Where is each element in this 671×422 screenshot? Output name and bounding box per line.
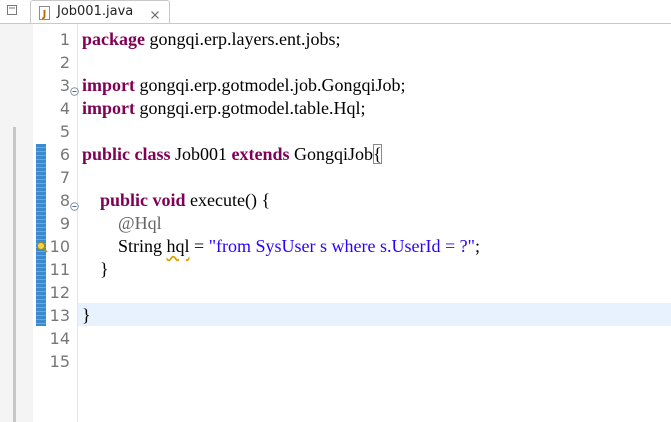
code-token: ; bbox=[474, 236, 480, 256]
keyword-token: void bbox=[152, 190, 186, 210]
keyword-token: package bbox=[82, 29, 145, 49]
change-marker-bar bbox=[36, 144, 46, 326]
code-line[interactable]: } bbox=[82, 258, 109, 281]
line-number: 7 bbox=[59, 168, 70, 187]
warning-token: hql bbox=[166, 236, 190, 256]
line-number: 6 bbox=[59, 145, 70, 164]
code-token: String bbox=[82, 236, 167, 256]
code-line[interactable]: String hql = "from SysUser s where s.Use… bbox=[82, 235, 480, 258]
line-number: 12 bbox=[49, 283, 70, 302]
close-icon[interactable] bbox=[149, 6, 161, 19]
code-token: gongqi.erp.gotmodel.job.GongqiJob; bbox=[135, 75, 406, 95]
keyword-token: extends bbox=[231, 144, 290, 164]
code-token: gongqi.erp.layers.ent.jobs; bbox=[145, 29, 341, 49]
editor-window: J Job001.java 1 package gongqi.erp.layers… bbox=[0, 0, 671, 422]
code-token: execute() { bbox=[185, 190, 271, 210]
keyword-token: public bbox=[100, 190, 149, 210]
left-panel-strip bbox=[0, 24, 33, 422]
keyword-token: public bbox=[82, 144, 131, 164]
tab-divider bbox=[0, 23, 671, 24]
line-number: 1 bbox=[59, 30, 70, 49]
code-line[interactable]: public class Job001 extends GongqiJob{ bbox=[82, 143, 382, 166]
line-number: 3 bbox=[59, 76, 70, 95]
code-line[interactable]: import gongqi.erp.gotmodel.table.Hql; bbox=[82, 97, 365, 120]
code-token: gongqi.erp.gotmodel.table.Hql; bbox=[135, 98, 366, 118]
code-token: = bbox=[189, 236, 209, 256]
tab-job001-java[interactable]: J Job001.java bbox=[30, 0, 170, 23]
svg-text:J: J bbox=[42, 9, 47, 20]
keyword-token: import bbox=[82, 98, 135, 118]
minimize-icon[interactable] bbox=[5, 3, 19, 17]
keyword-token: import bbox=[82, 75, 135, 95]
code-token: } bbox=[82, 259, 109, 279]
line-number: 8 bbox=[59, 191, 70, 210]
line-number: 5 bbox=[59, 122, 70, 141]
code-line[interactable]: } bbox=[82, 304, 91, 327]
string-token: "from SysUser s where s.UserId = ?" bbox=[208, 236, 475, 256]
java-file-icon: J bbox=[38, 5, 52, 20]
keyword-token: class bbox=[134, 144, 171, 164]
tab-label: Job001.java bbox=[57, 4, 134, 19]
code-token: Job001 bbox=[170, 144, 232, 164]
vertical-scrollbar[interactable] bbox=[13, 127, 16, 422]
line-number: 10 bbox=[49, 237, 70, 256]
line-number: 11 bbox=[49, 260, 70, 279]
code-line[interactable]: package gongqi.erp.layers.ent.jobs; bbox=[82, 28, 340, 51]
fold-collapse-icon[interactable] bbox=[70, 196, 79, 211]
line-number: 4 bbox=[59, 99, 70, 118]
annotation-token: @Hql bbox=[118, 213, 162, 233]
matching-bracket: { bbox=[373, 144, 382, 164]
line-number: 13 bbox=[49, 306, 70, 325]
code-token: GongqiJob bbox=[289, 144, 374, 164]
code-line[interactable]: @Hql bbox=[82, 212, 162, 235]
code-line[interactable]: import gongqi.erp.gotmodel.job.GongqiJob… bbox=[82, 74, 405, 97]
line-number: 15 bbox=[49, 352, 70, 371]
current-line-highlight bbox=[78, 303, 671, 326]
line-number: 14 bbox=[49, 329, 70, 348]
fold-collapse-icon[interactable] bbox=[70, 81, 79, 96]
line-number: 2 bbox=[59, 53, 70, 72]
line-number: 9 bbox=[59, 214, 70, 233]
code-line[interactable]: public void execute() { bbox=[82, 189, 270, 212]
code-token: } bbox=[82, 305, 91, 325]
editor-tab-bar: J Job001.java bbox=[0, 0, 671, 24]
